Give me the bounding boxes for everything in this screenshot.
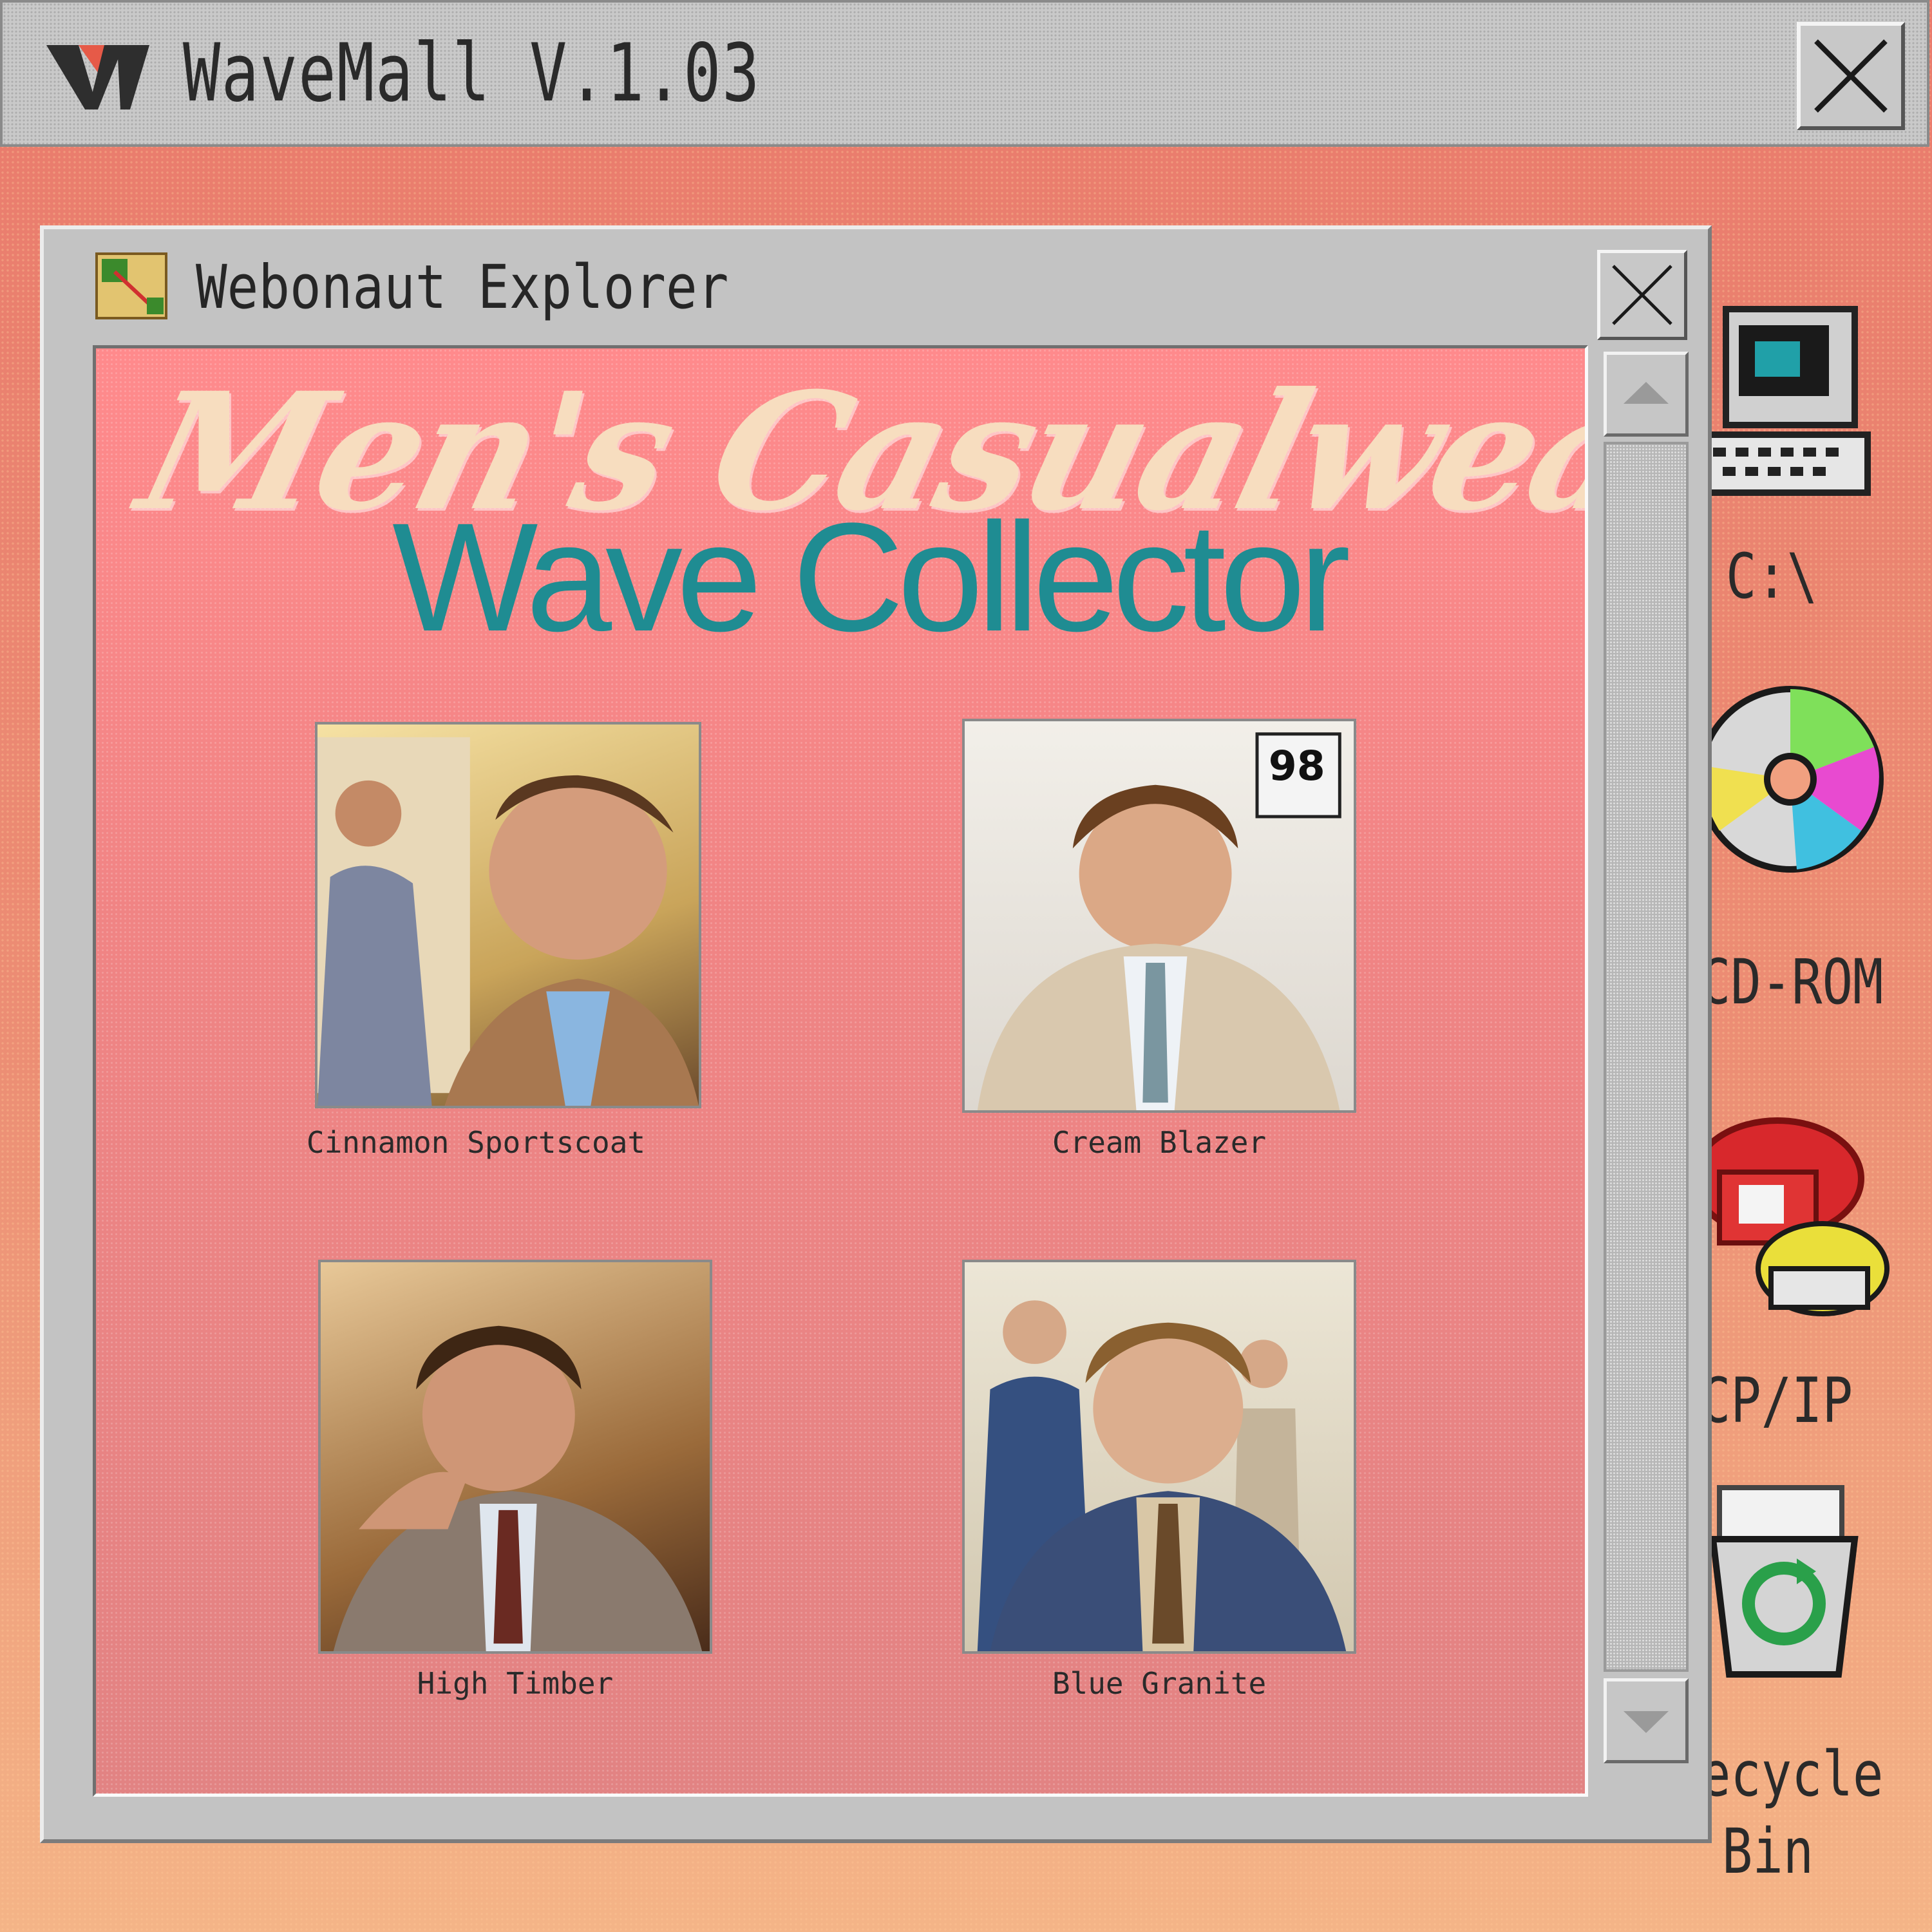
product-card[interactable]: High Timber <box>318 1260 712 1701</box>
product-name[interactable]: Cinnamon Sportscoat <box>251 1124 701 1160</box>
telephone-icon <box>1690 1117 1889 1316</box>
product-photo[interactable] <box>962 1260 1356 1654</box>
product-image <box>977 1300 1347 1651</box>
explorer-window: Webonaut Explorer Men's Casualwear Wave … <box>40 225 1712 1843</box>
product-name[interactable]: High Timber <box>290 1665 741 1701</box>
product-name[interactable]: Blue Granite <box>934 1665 1385 1701</box>
desktop-icon-label: CP/IP <box>1700 1365 1853 1437</box>
arrow-up-icon <box>1624 382 1669 404</box>
product-image <box>333 1325 703 1651</box>
arrow-down-icon <box>1624 1711 1669 1733</box>
product-photo[interactable] <box>318 1260 712 1654</box>
app-close-button[interactable] <box>1797 22 1905 130</box>
scroll-up-button[interactable] <box>1604 352 1689 437</box>
product-image: 98 <box>977 732 1341 1110</box>
product-image <box>317 737 699 1106</box>
product-photo[interactable] <box>315 722 701 1108</box>
app-titlebar: WaveMall V.1.03 <box>0 0 1929 147</box>
computer-icon <box>1697 306 1871 496</box>
desktop-icon-label-line2: Bin <box>1722 1815 1814 1888</box>
banner-subtitle: Wave Collector <box>392 491 1350 663</box>
desktop-icon-drive-c[interactable]: C:\ <box>1697 296 1906 618</box>
close-icon <box>1814 39 1888 113</box>
desktop-icon-label: ecycle <box>1700 1738 1884 1810</box>
product-name[interactable]: Cream Blazer <box>934 1124 1385 1160</box>
scroll-track[interactable] <box>1604 442 1689 1672</box>
desktop-icon-recycle-bin[interactable]: ecycle Bin <box>1700 1481 1919 1900</box>
vertical-scrollbar[interactable] <box>1596 352 1692 1801</box>
close-icon <box>1612 265 1672 325</box>
wavemall-logo-icon <box>46 45 149 109</box>
desktop-icon-label: C:\ <box>1726 540 1818 612</box>
explorer-title: Webonaut Explorer <box>196 252 729 323</box>
app-title: WaveMall V.1.03 <box>183 27 761 120</box>
recycle-bin-icon <box>1709 1485 1859 1678</box>
map-icon <box>95 252 167 319</box>
cd-rom-icon <box>1697 686 1884 873</box>
product-card[interactable]: Cinnamon Sportscoat <box>307 722 701 1160</box>
scroll-down-button[interactable] <box>1604 1678 1689 1763</box>
content-viewport: Men's Casualwear Wave Collector Cinnamon… <box>93 345 1588 1797</box>
product-card[interactable]: 98 Cream Blazer <box>962 719 1356 1160</box>
desktop-icon-label: CD-ROM <box>1700 946 1884 1018</box>
explorer-close-button[interactable] <box>1597 250 1687 340</box>
desktop-icon-cd-rom[interactable]: CD-ROM <box>1697 676 1919 1037</box>
svg-text:98: 98 <box>1269 742 1325 790</box>
desktop-icon-tcp-ip[interactable]: CP/IP <box>1690 1108 1919 1443</box>
product-photo[interactable]: 98 <box>962 719 1356 1113</box>
product-card[interactable]: Blue Granite <box>962 1260 1356 1701</box>
